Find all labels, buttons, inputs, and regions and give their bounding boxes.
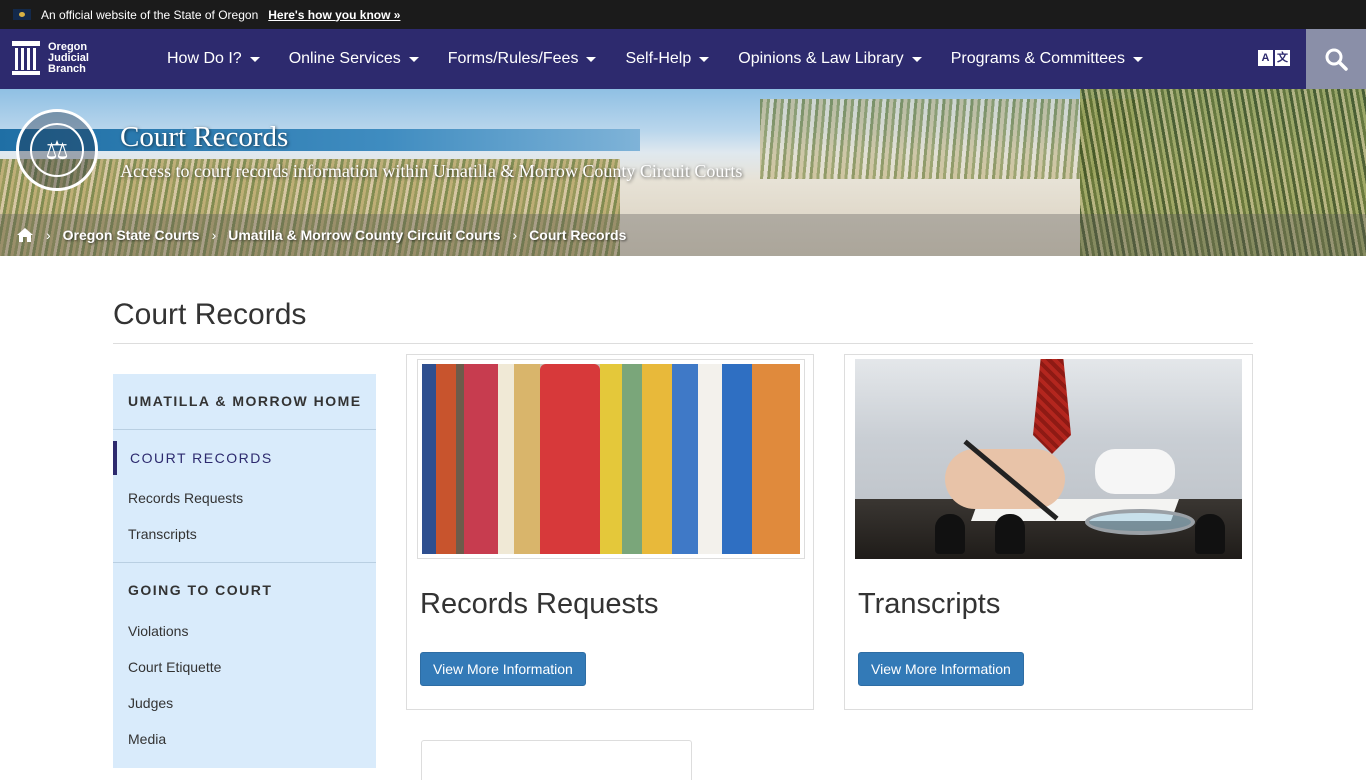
nav-item-label: Self-Help <box>625 50 692 67</box>
breadcrumb-link[interactable]: Umatilla & Morrow County Circuit Courts <box>228 227 500 243</box>
nav-item-programs-committees[interactable]: Programs & Committees <box>951 50 1143 68</box>
official-website-text: An official website of the State of Oreg… <box>41 7 259 22</box>
nav-item-how-do-i[interactable]: How Do I? <box>167 50 260 68</box>
breadcrumb-current: Court Records <box>529 227 627 243</box>
caret-down-icon <box>249 56 260 62</box>
nav-menu: How Do I? Online Services Forms/Rules/Fe… <box>167 29 1172 89</box>
caret-down-icon <box>586 56 597 62</box>
sidebar-item-going-to-court[interactable]: GOING TO COURT <box>113 582 272 598</box>
brand-name: Oregon Judicial Branch <box>48 40 89 75</box>
caret-down-icon <box>699 56 710 62</box>
sidebar-item-judges[interactable]: Judges <box>128 695 173 711</box>
transcripts-card: Transcripts View More Information <box>844 354 1253 710</box>
sidebar-divider <box>113 429 376 430</box>
breadcrumb: › Oregon State Courts › Umatilla & Morro… <box>0 214 1366 256</box>
card-title: Transcripts <box>858 588 1001 620</box>
sidebar-item-transcripts[interactable]: Transcripts <box>128 526 197 542</box>
oregon-flag-icon <box>13 9 31 20</box>
records-requests-card: Records Requests View More Information <box>406 354 814 710</box>
sidebar-nav: UMATILLA & MORROW HOME COURT RECORDS Rec… <box>113 374 376 768</box>
sidebar-item-media[interactable]: Media <box>128 731 166 747</box>
hero-banner: ⚖ Court Records Access to court records … <box>0 89 1366 256</box>
sidebar-item-home[interactable]: UMATILLA & MORROW HOME <box>113 393 362 409</box>
courthouse-pillar-icon <box>12 41 40 75</box>
nav-item-label: How Do I? <box>167 50 242 67</box>
caret-down-icon <box>911 56 922 62</box>
nav-item-opinions-law-library[interactable]: Opinions & Law Library <box>738 50 922 68</box>
judicial-department-seal-icon: ⚖ <box>16 109 98 191</box>
breadcrumb-link[interactable]: Oregon State Courts <box>63 227 200 243</box>
page-title: Court Records <box>113 298 307 331</box>
search-button[interactable] <box>1306 29 1366 89</box>
sidebar-item-court-records[interactable]: COURT RECORDS <box>113 441 376 475</box>
chevron-right-icon: › <box>46 227 51 243</box>
view-more-information-button[interactable]: View More Information <box>420 652 586 686</box>
home-icon[interactable] <box>16 227 34 243</box>
nav-item-label: Opinions & Law Library <box>738 50 904 67</box>
transcripts-image[interactable] <box>855 359 1242 559</box>
translate-icon[interactable]: A文 <box>1258 50 1292 68</box>
sidebar-divider <box>113 562 376 563</box>
search-icon <box>1325 48 1348 71</box>
nav-item-self-help[interactable]: Self-Help <box>625 50 710 68</box>
caret-down-icon <box>408 56 419 62</box>
chevron-right-icon: › <box>512 227 518 243</box>
nav-item-label: Forms/Rules/Fees <box>447 50 579 67</box>
sidebar-item-violations[interactable]: Violations <box>128 623 188 639</box>
nav-item-label: Programs & Committees <box>950 50 1125 67</box>
partial-card <box>421 740 692 780</box>
chevron-right-icon: › <box>211 227 217 243</box>
heres-how-you-know-link[interactable]: Here's how you know » <box>268 8 400 22</box>
sidebar-item-records-requests[interactable]: Records Requests <box>128 490 243 506</box>
official-website-banner: An official website of the State of Oreg… <box>0 0 1366 29</box>
card-title: Records Requests <box>420 588 659 620</box>
records-requests-image[interactable] <box>417 359 805 559</box>
sidebar-item-court-etiquette[interactable]: Court Etiquette <box>128 659 221 675</box>
caret-down-icon <box>1132 56 1143 62</box>
main-navbar: Oregon Judicial Branch How Do I? Online … <box>0 29 1366 89</box>
view-more-information-button[interactable]: View More Information <box>858 652 1024 686</box>
hero-title: Court Records <box>120 121 289 153</box>
sidebar-item-label: COURT RECORDS <box>130 450 273 466</box>
title-divider <box>113 343 1253 344</box>
brand-logo[interactable]: Oregon Judicial Branch <box>12 41 96 75</box>
nav-item-label: Online Services <box>288 50 401 67</box>
nav-item-forms-rules-fees[interactable]: Forms/Rules/Fees <box>448 50 597 68</box>
hero-subtitle: Access to court records information with… <box>120 161 743 181</box>
nav-item-online-services[interactable]: Online Services <box>289 50 419 68</box>
